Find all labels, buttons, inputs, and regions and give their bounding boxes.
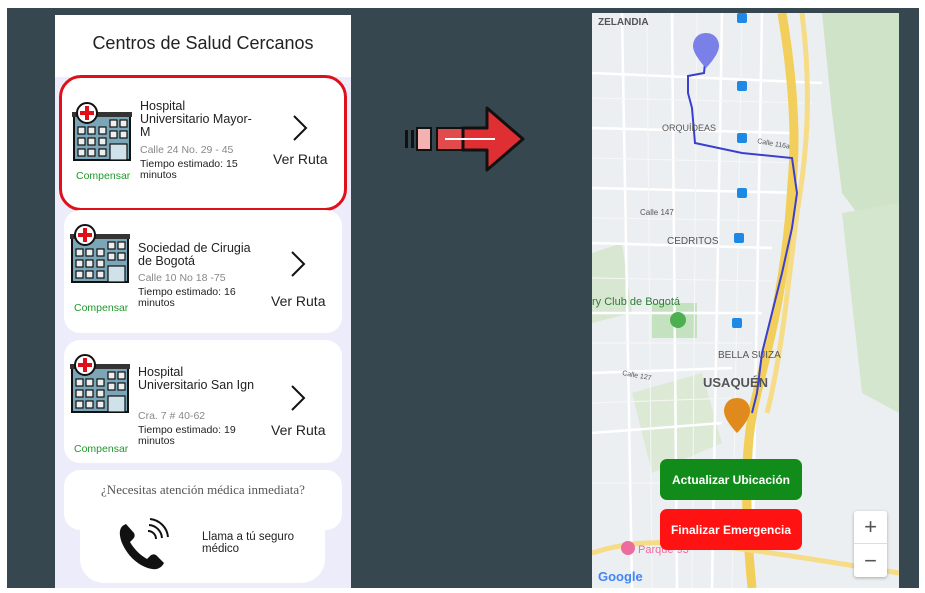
chevron-right-icon[interactable] — [290, 250, 306, 278]
insurer-label: Compensar — [74, 443, 129, 455]
hospital-address: Calle 24 No. 29 - 45 — [140, 144, 234, 156]
zoom-control: + − — [854, 511, 887, 577]
map-label: ZELANDIA — [598, 17, 649, 28]
insurer-label: Compensar — [76, 170, 131, 182]
estimated-time: Tiempo estimado: 16 minutos — [138, 286, 236, 309]
view-route-button[interactable]: Ver Ruta — [271, 293, 325, 309]
google-logo: Google — [598, 569, 643, 584]
view-route-button[interactable]: Ver Ruta — [273, 151, 327, 167]
zoom-in-button[interactable]: + — [854, 511, 887, 544]
hospital-name: Hospital Universitario Mayor-M — [140, 99, 252, 139]
map-label: BELLA SUIZA — [718, 350, 781, 361]
finish-emergency-button[interactable]: Finalizar Emergencia — [660, 509, 802, 550]
hospital-card-2[interactable]: Sociedad de Cirugia de Bogotá Calle 10 N… — [64, 210, 342, 333]
estimated-time: Tiempo estimado: 19 minutos — [138, 424, 236, 447]
hospital-address: Calle 10 No 18 -75 — [138, 272, 226, 284]
map-label: USAQUÉN — [703, 375, 768, 390]
screen-header: Centros de Salud Cercanos — [55, 15, 351, 77]
update-location-button[interactable]: Actualizar Ubicación — [660, 459, 802, 500]
insurer-label: Compensar — [74, 302, 129, 314]
hospital-name: Hospital Universitario San Ign — [138, 365, 255, 392]
zoom-out-button[interactable]: − — [854, 544, 887, 577]
map-label: ORQUÍDEAS — [662, 123, 716, 133]
route-map[interactable]: ZELANDIA ORQUÍDEAS CEDRITOS ry Club de B… — [592, 13, 899, 588]
phone-call-icon — [119, 518, 169, 570]
page-title: Centros de Salud Cercanos — [92, 33, 314, 53]
emergency-question: ¿Necesitas atención médica inmediata? — [101, 482, 305, 497]
hospital-card-3[interactable]: Hospital Universitario San Ign Cra. 7 # … — [64, 340, 342, 463]
arrow-right-icon — [405, 106, 525, 172]
hospital-building-icon — [70, 354, 130, 413]
health-centers-screen: Centros de Salud Cercanos Hospital Unive… — [55, 15, 351, 588]
map-label: Calle 147 — [640, 208, 674, 217]
map-label: CEDRITOS — [667, 236, 719, 247]
hospital-address: Cra. 7 # 40-62 — [138, 410, 206, 422]
chevron-right-icon[interactable] — [290, 384, 306, 412]
hospital-building-icon — [72, 102, 132, 161]
map-label: ry Club de Bogotá — [592, 296, 681, 308]
hospital-card-1[interactable]: Hospital Universitario Mayor-M Calle 24 … — [59, 75, 347, 211]
call-label: Llama a tú seguro médico — [202, 531, 295, 555]
map-canvas[interactable]: ZELANDIA ORQUÍDEAS CEDRITOS ry Club de B… — [592, 13, 899, 588]
call-insurance-button[interactable]: Llama a tú seguro médico — [80, 503, 325, 583]
estimated-time: Tiempo estimado: 15 minutos — [140, 158, 238, 181]
hospital-building-icon — [70, 224, 130, 283]
view-route-button[interactable]: Ver Ruta — [271, 422, 325, 438]
chevron-right-icon[interactable] — [292, 114, 308, 142]
hospital-name: Sociedad de Cirugia de Bogotá — [138, 241, 251, 268]
